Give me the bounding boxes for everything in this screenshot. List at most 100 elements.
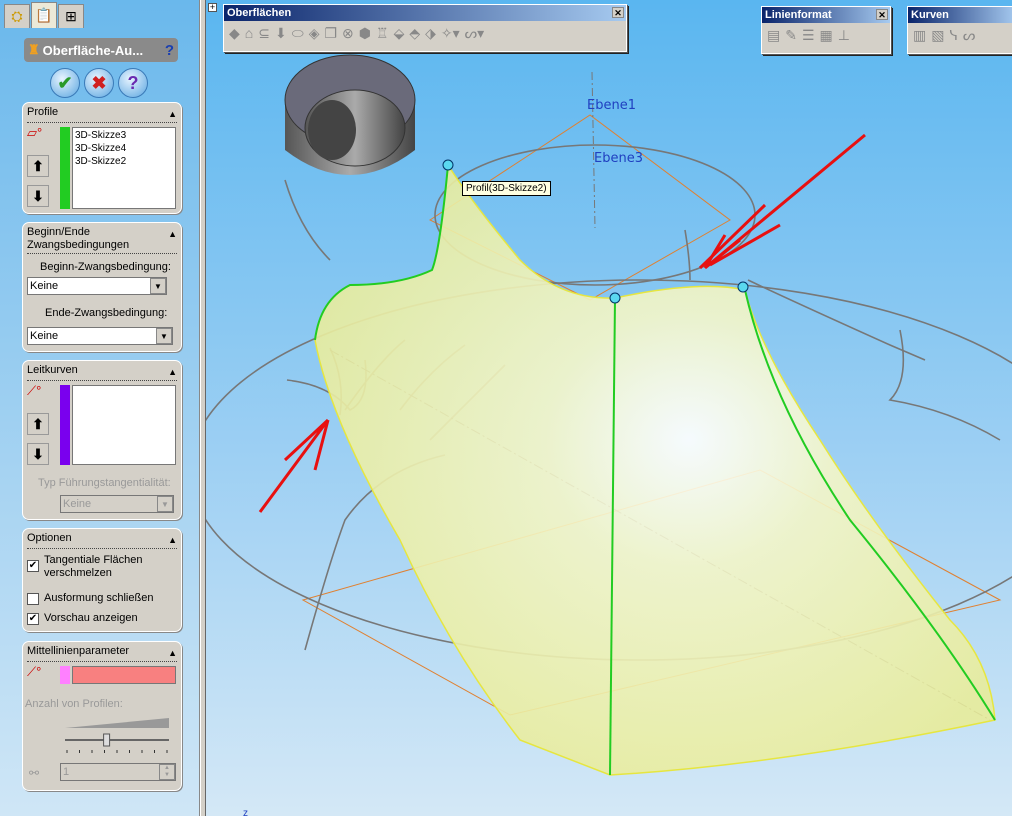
chevron-down-icon[interactable]: ▼ [156, 328, 172, 344]
guide-color-strip [60, 385, 70, 465]
curve-dropdown-icon[interactable]: ᔕ▾ [465, 25, 485, 42]
merge-tangent-checkbox[interactable]: ✔ [27, 560, 39, 572]
tangency-select[interactable]: Keine ▼ [60, 495, 174, 513]
constraints-header: Beginn/Ende [27, 226, 90, 238]
end-constraint-select[interactable]: Keine ▼ [27, 327, 173, 345]
projected-curve-icon[interactable]: ▧ [931, 27, 944, 44]
loft-surface-icon[interactable]: ⬇ [275, 25, 287, 42]
show-preview-label: Vorschau anzeigen [44, 612, 138, 624]
cancel-button[interactable]: ✖ [84, 68, 114, 98]
planar-surface-icon[interactable]: ◈ [309, 25, 320, 42]
guide-curves-list[interactable] [72, 385, 176, 465]
copy-surface-icon[interactable]: ❐ [324, 25, 337, 42]
property-icon: 📋 [35, 7, 53, 23]
centerline-icon: ⟋° [27, 664, 42, 679]
cylinder-part [284, 54, 416, 175]
sweep-surface-icon[interactable]: ⊆ [258, 25, 270, 42]
property-manager-panel: ⛭ 📋 ⊞ ♜ Oberfläche-Au...? ✔ ✖ ? Profile ▲ … [0, 0, 200, 816]
tangency-value: Keine [63, 498, 92, 510]
plane1-label[interactable]: Ebene1 [587, 98, 636, 113]
property-manager-tab[interactable]: 📋 [31, 2, 57, 28]
close-icon[interactable]: ✕ [612, 7, 624, 18]
connector-handle[interactable] [442, 159, 454, 171]
profile-sketch-icon: ▱° [27, 125, 43, 140]
triad-axis-label: z [243, 808, 248, 816]
profile-count-slider[interactable] [63, 716, 173, 762]
centerline-section: Mittellinienparameter ▲ ⟋° Anzahl von Pro… [22, 641, 182, 791]
move-down-button[interactable]: ⬇ [27, 443, 49, 465]
offset-surface-icon[interactable]: ⬭ [292, 25, 304, 42]
list-item[interactable]: 3D-Skizze3 [75, 129, 173, 142]
line-format-toolbar: Linienformat ✕ ▤ ✎ ☰ ▦ ⊥ [761, 6, 891, 54]
delete-face-icon[interactable]: ⊗ [342, 25, 354, 42]
tangency-label: Typ Führungstangentialität: [38, 477, 171, 489]
line-style-icon[interactable]: ▦ [820, 27, 833, 44]
centerline-color-strip [60, 666, 70, 684]
chevron-down-icon[interactable]: ▼ [157, 496, 173, 512]
split-line-icon[interactable]: ▥ [913, 27, 926, 44]
move-up-button[interactable]: ⬆ [27, 413, 49, 435]
line-thickness-icon[interactable]: ☰ [802, 27, 815, 44]
extend-icon[interactable]: ⬘ [409, 25, 420, 42]
knit-icon[interactable]: ⬢ [359, 25, 371, 42]
collapse-icon[interactable]: ▲ [168, 534, 177, 547]
spinner-arrows[interactable]: ▲ ▼ [159, 764, 175, 780]
chevron-down-icon[interactable]: ▼ [150, 278, 166, 294]
profile-count-label: Anzahl von Profilen: [25, 698, 123, 710]
curve-through-points-icon[interactable]: ᔕ [963, 27, 975, 44]
surfaces-toolbar-title: Oberflächen [227, 7, 292, 19]
fillet-dropdown-icon[interactable]: ✧▾ [441, 25, 460, 42]
ok-button[interactable]: ✔ [50, 68, 80, 98]
profile-count-spinner[interactable]: 1 ▲ ▼ [60, 763, 176, 781]
expand-tree-icon[interactable]: + [208, 3, 217, 12]
layer-icon[interactable]: ▤ [767, 27, 780, 44]
options-header: Optionen [27, 532, 72, 544]
guides-header: Leitkurven [27, 364, 78, 376]
list-item[interactable]: 3D-Skizze2 [75, 155, 173, 168]
feature-manager-tab[interactable]: ⛭ [4, 4, 30, 28]
end-constraint-value: Keine [30, 330, 59, 342]
close-icon[interactable]: ✕ [876, 9, 888, 20]
revolve-surface-icon[interactable]: ⌂ [245, 25, 253, 42]
plane3-label[interactable]: Ebene3 [594, 151, 643, 166]
connector-handle[interactable] [737, 281, 749, 293]
profile-header: Profile [27, 106, 59, 118]
centerline-field[interactable] [72, 666, 176, 684]
profile-list[interactable]: 3D-Skizze3 3D-Skizze4 3D-Skizze2 [72, 127, 176, 209]
configuration-manager-tab[interactable]: ⊞ [58, 4, 84, 28]
collapse-icon[interactable]: ▲ [168, 108, 177, 121]
show-preview-checkbox[interactable]: ✔ [27, 613, 39, 625]
collapse-icon[interactable]: ▲ [168, 366, 177, 379]
radiate-icon[interactable]: ⬗ [425, 25, 436, 42]
glasses-icon: ⚯ [29, 766, 40, 780]
profile-section: Profile ▲ ▱° ⬆ ⬇ 3D-Skizze3 3D-Skizze4 3D… [22, 102, 182, 214]
list-item[interactable]: 3D-Skizze4 [75, 142, 173, 155]
close-loft-checkbox[interactable] [27, 593, 39, 605]
extrude-surface-icon[interactable]: ◆ [229, 25, 240, 42]
composite-curve-icon[interactable]: ᓭ [949, 27, 957, 44]
connector-handle[interactable] [609, 292, 621, 304]
loft-icon: ♜ [28, 42, 40, 57]
collapse-icon[interactable]: ▲ [168, 228, 177, 241]
move-down-button[interactable]: ⬇ [27, 185, 49, 207]
hide-show-edges-icon[interactable]: ⊥ [838, 27, 850, 44]
trim-icon[interactable]: ♖ [376, 25, 389, 42]
start-constraint-select[interactable]: Keine ▼ [27, 277, 167, 295]
guide-curve-icon: ⟋° [27, 383, 42, 398]
options-section: Optionen ▲ ✔ Tangentiale Flächen verschmel… [22, 528, 182, 632]
collapse-icon[interactable]: ▲ [168, 647, 177, 660]
slider-thumb[interactable] [103, 733, 111, 747]
line-format-toolbar-title: Linienformat [765, 9, 832, 21]
graphics-viewport[interactable]: Ebene1 Ebene3 z Profil(3D-Skizze2) + Obe… [206, 0, 1012, 816]
profile-color-strip [60, 127, 70, 209]
fill-surface-icon[interactable]: ⬙ [394, 25, 405, 42]
move-up-button[interactable]: ⬆ [27, 155, 49, 177]
help-icon[interactable]: ? [165, 42, 174, 59]
constraints-section: Beginn/Ende Zwangsbedingungen ▲ Beginn-Zwa… [22, 222, 182, 352]
help-button[interactable]: ? [118, 68, 148, 98]
curves-toolbar-title: Kurven [911, 9, 949, 21]
line-color-icon[interactable]: ✎ [785, 27, 797, 44]
merge-tangent-label: Tangentiale Flächen verschmelzen [44, 554, 143, 579]
close-loft-label: Ausformung schließen [44, 592, 154, 604]
guide-curves-section: Leitkurven ▲ ⟋° ⬆ ⬇ Typ Führungstangentia… [22, 360, 182, 520]
